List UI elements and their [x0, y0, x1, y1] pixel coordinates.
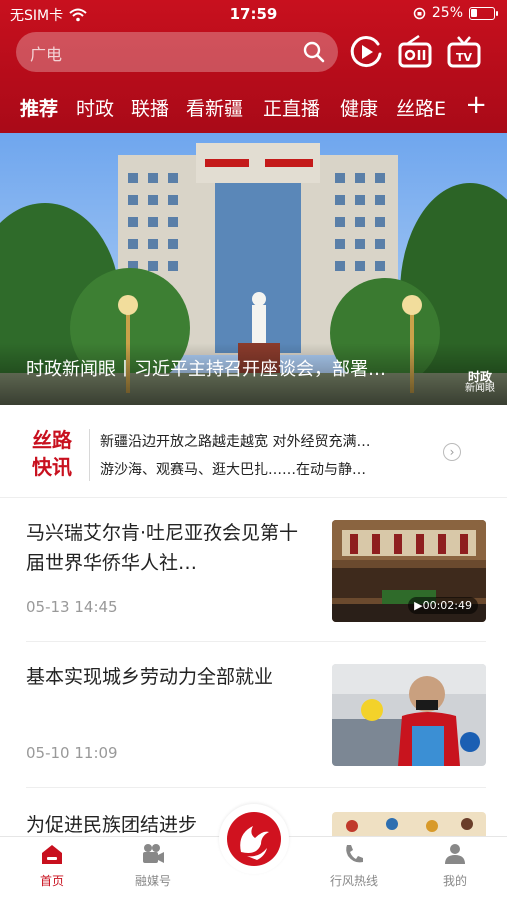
- user-icon: [445, 844, 465, 864]
- hero-caption: 时政新闻眼丨习近平主持召开座谈会，部署…: [26, 359, 386, 380]
- hero-caption-bar: 时政新闻眼丨习近平主持召开座谈会，部署…: [0, 343, 507, 405]
- news-thumbnail: ▶00:02:49: [332, 520, 486, 622]
- news-title: 马兴瑞艾尔肯·吐尼亚孜会见第十届世界华侨华人社…: [26, 522, 299, 574]
- flash-brand: 丝路 快讯: [32, 427, 80, 481]
- search-placeholder: 广电: [30, 45, 63, 64]
- home-icon: [42, 845, 62, 864]
- hero-logo: 时政 新闻眼: [465, 371, 495, 395]
- tab-home[interactable]: 首页: [12, 843, 92, 889]
- news-thumbnail: [332, 664, 486, 766]
- tab-mine[interactable]: 我的: [415, 843, 495, 889]
- orientation-lock-icon: [413, 7, 426, 19]
- tab-recommend[interactable]: 推荐: [20, 94, 58, 121]
- tab-xinjiang[interactable]: 看新疆: [186, 94, 243, 121]
- news-item-1[interactable]: 马兴瑞艾尔肯·吐尼亚孜会见第十届世界华侨华人社… 05-13 14:45 ▶00…: [0, 498, 507, 642]
- tab-silkroad[interactable]: 丝路E: [396, 94, 456, 121]
- tv-icon[interactable]: TV: [446, 34, 482, 70]
- status-right: 25%: [413, 5, 498, 21]
- video-duration: ▶00:02:49: [408, 597, 478, 614]
- tab-hotline[interactable]: 行风热线: [314, 843, 394, 889]
- tab-media-label: 融媒号: [134, 874, 171, 888]
- tab-politics[interactable]: 时政: [76, 94, 114, 121]
- flash-divider: [89, 429, 90, 481]
- tab-mine-label: 我的: [442, 874, 467, 888]
- tab-home-label: 首页: [39, 874, 64, 888]
- tab-broadcast[interactable]: 联播: [131, 94, 169, 121]
- add-channel-button[interactable]: +: [465, 90, 487, 120]
- factory-worker-image: [332, 664, 486, 766]
- flash-brand-line2: 快讯: [32, 455, 72, 479]
- phone-icon: [346, 845, 363, 863]
- battery-percent: 25%: [431, 5, 463, 21]
- video-camera-icon: [143, 844, 164, 863]
- status-bar: 无SIM卡 17:59 25%: [0, 0, 507, 26]
- tab-hotline-label: 行风热线: [329, 874, 378, 888]
- search-icon[interactable]: [302, 40, 326, 64]
- radio-icon[interactable]: [397, 34, 433, 70]
- news-title: 基本实现城乡劳动力全部就业: [26, 666, 274, 688]
- news-time: 05-10 11:09: [26, 744, 118, 762]
- flash-headline-2[interactable]: 游沙海、观赛马、逛大巴扎……在动与静…: [100, 459, 366, 479]
- hero-banner[interactable]: 时政新闻眼丨习近平主持召开座谈会，部署… 时政 新闻眼: [0, 133, 507, 405]
- news-thumbnail: [332, 812, 486, 836]
- svg-text:TV: TV: [456, 51, 473, 64]
- play-circle-icon[interactable]: [348, 34, 384, 70]
- hero-logo-line1: 时政: [467, 370, 492, 384]
- news-time: 05-13 14:45: [26, 598, 118, 616]
- hero-logo-line2: 新闻眼: [465, 383, 495, 394]
- flash-headline-1[interactable]: 新疆沿边开放之路越走越宽 对外经贸充满…: [100, 431, 370, 451]
- news-item-2[interactable]: 基本实现城乡劳动力全部就业 05-10 11:09: [0, 642, 507, 788]
- brand-logo-icon: [227, 812, 281, 866]
- tab-live[interactable]: 正直播: [263, 94, 320, 121]
- app-header: 无SIM卡 17:59 25% 广电 TV 推荐 时政 联播 看新疆 正直播 健…: [0, 0, 507, 133]
- chevron-right-icon[interactable]: ›: [443, 443, 461, 461]
- center-logo-button[interactable]: [219, 804, 289, 874]
- tab-health[interactable]: 健康: [340, 94, 378, 121]
- festival-image: [332, 812, 486, 836]
- battery-icon: [469, 6, 498, 20]
- silk-road-flash[interactable]: 丝路 快讯 新疆沿边开放之路越走越宽 对外经贸充满… 游沙海、观赛马、逛大巴扎……: [0, 405, 507, 497]
- tab-media[interactable]: 融媒号: [113, 843, 193, 889]
- search-input[interactable]: 广电: [16, 32, 338, 72]
- flash-brand-line1: 丝路: [32, 428, 72, 452]
- channel-tabs: 推荐 时政 联播 看新疆 正直播 健康 丝路E +: [0, 88, 507, 128]
